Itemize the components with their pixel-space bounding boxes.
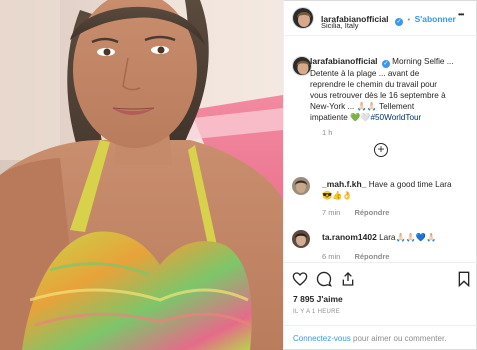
comment-username[interactable]: ta.ranom1402 [322, 232, 377, 242]
reply-button[interactable]: Répondre [354, 252, 389, 261]
hashtag-link[interactable]: #50WorldTour [370, 113, 421, 122]
more-options-icon[interactable]: ••• [458, 10, 464, 19]
comment-icon[interactable] [316, 271, 332, 287]
post-location[interactable]: Sicilia, Italy [321, 21, 359, 30]
caption-time: 1 h [322, 128, 333, 137]
heart-icon[interactable] [292, 271, 308, 287]
verified-badge-icon: ✓ [381, 60, 390, 68]
verified-badge-icon: ✓ [395, 18, 404, 26]
caption-avatar[interactable] [292, 56, 312, 76]
selfie-image [0, 0, 283, 350]
share-icon[interactable] [340, 271, 356, 287]
comment-username[interactable]: _mah.f.kh_ [322, 179, 366, 189]
plus-circle-icon[interactable]: + [374, 143, 388, 157]
post-timestamp: IL Y A 1 HEURE [293, 309, 341, 315]
bookmark-icon[interactable] [456, 271, 472, 287]
login-link[interactable]: Connectez-vous [293, 334, 351, 343]
caption-line: Detente à la plage ... avant de [310, 69, 420, 78]
post-photo[interactable] [0, 0, 283, 350]
caption-line: impatiente 💚🤍 [310, 113, 371, 122]
avatar-image [292, 177, 310, 195]
caption-line: vous retrouver dès le 16 septembre à [310, 91, 446, 100]
comment-meta: 7 min Répondre [322, 208, 389, 217]
likes-count[interactable]: 7 895 J'aime [293, 294, 343, 304]
avatar-image [292, 230, 310, 248]
caption-line: Morning Selfie ... [392, 57, 454, 66]
follow-button[interactable]: S'abonner [415, 14, 456, 24]
comment-item: ta.ranom1402 Lara🙏🏻🙏🏻💙🙏🏻 [322, 232, 474, 243]
reply-button[interactable]: Répondre [354, 208, 389, 217]
commenter-avatar[interactable] [292, 177, 310, 195]
comment-text: Lara🙏🏻🙏🏻💙🙏🏻 [379, 233, 437, 242]
author-avatar[interactable] [292, 7, 314, 29]
comment-item: _mah.f.kh_ Have a good time Lara 😎👍👌 [322, 179, 474, 201]
comment-time: 6 min [322, 252, 341, 261]
commenter-avatar[interactable] [292, 230, 310, 248]
comment-text: Have a good time Lara [368, 180, 452, 189]
comment-meta: 6 min Répondre [322, 252, 389, 261]
login-prompt-text: pour aimer ou commenter. [350, 334, 447, 343]
caption-line: New-York ... 🙏🏻🙏🏻 Tellement [310, 102, 415, 111]
comment-time: 7 min [322, 208, 341, 217]
avatar-image [293, 8, 313, 28]
post-side-panel: larafabianofficial ✓ • S'abonner Sicilia… [283, 0, 477, 350]
dot-separator: • [407, 15, 411, 24]
caption-line: reprendre le chemin du travail pour [310, 80, 437, 89]
caption-username[interactable]: larafabianofficial [310, 56, 378, 66]
post-header: larafabianofficial ✓ • S'abonner Sicilia… [284, 0, 477, 36]
add-comment-bar: Connectez-vous pour aimer ou commenter. [284, 325, 477, 350]
post-caption: larafabianofficial ✓ Morning Selfie ... … [310, 56, 472, 123]
comment-emoji: 😎👍👌 [322, 191, 353, 200]
